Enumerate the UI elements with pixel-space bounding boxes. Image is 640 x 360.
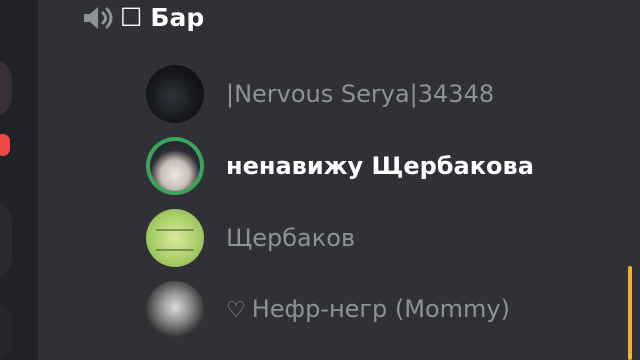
voice-member[interactable]: ненавижу Щербакова (146, 130, 616, 202)
avatar-speaking (146, 137, 204, 195)
guild-icon[interactable] (0, 200, 12, 280)
voice-member-list: |Nervous Serya|34348 ненавижу Щербакова … (146, 58, 616, 346)
channel-name: Бар (150, 3, 205, 32)
unread-indicator (0, 134, 10, 156)
member-name: Нефр-негр (Mommy) (251, 295, 510, 323)
member-name-wrapper: ♡ Нефр-негр (Mommy) (226, 294, 510, 326)
channel-checkbox-icon: ☐ (120, 3, 143, 32)
voice-member[interactable]: |Nervous Serya|34348 (146, 58, 616, 130)
member-name: ненавижу Щербакова (226, 152, 534, 180)
member-name: |Nervous Serya|34348 (226, 80, 495, 108)
voice-member[interactable]: Щербаков (146, 202, 616, 274)
speaker-icon (80, 0, 120, 36)
heart-icon: ♡ (226, 298, 246, 323)
guild-icon[interactable] (0, 58, 12, 118)
avatar (146, 65, 204, 123)
scrollbar-thumb[interactable] (628, 266, 632, 360)
voice-member[interactable]: ♡ Нефр-негр (Mommy) (146, 274, 616, 346)
guild-icon[interactable] (0, 300, 12, 360)
avatar (146, 281, 204, 339)
guild-sidebar (0, 0, 38, 360)
member-name: Щербаков (226, 224, 356, 252)
avatar (146, 209, 204, 267)
voice-channel-row[interactable]: ☐ Бар (80, 0, 204, 36)
